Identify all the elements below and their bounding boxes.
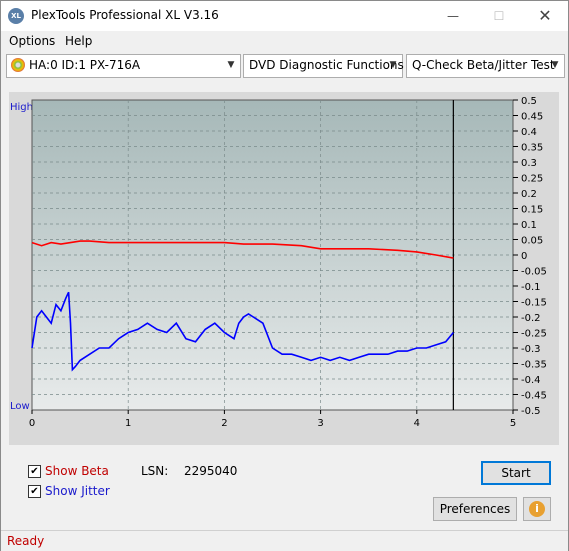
y-tick-label: -0.15 bbox=[521, 298, 547, 309]
lsn-label: LSN: bbox=[141, 464, 169, 478]
menu-help[interactable]: Help bbox=[65, 34, 92, 48]
status-bar: Ready bbox=[1, 530, 568, 551]
show-jitter-label[interactable]: Show Jitter bbox=[45, 484, 110, 498]
beta-jitter-chart: 0.5 0.45 0.4 0.35 0.3 0.25 0.2 0.15 0.1 0.05 0 -0.0… bbox=[29, 96, 547, 429]
title-bar: XL PlexTools Professional XL V3.16 — ☐ ✕ bbox=[1, 1, 568, 31]
minimize-icon[interactable]: — bbox=[430, 1, 476, 31]
toolbar: HA:0 ID:1 PX-716A ▼ DVD Diagnostic Funct… bbox=[1, 54, 568, 78]
drive-select[interactable]: HA:0 ID:1 PX-716A ▼ bbox=[6, 54, 241, 78]
show-jitter-checkbox[interactable]: ✔ bbox=[28, 485, 41, 498]
y-tick-label: 0.15 bbox=[521, 205, 543, 216]
drive-select-value: HA:0 ID:1 PX-716A bbox=[29, 58, 141, 72]
start-button[interactable]: Start bbox=[481, 461, 551, 485]
chevron-down-icon[interactable]: ▼ bbox=[387, 58, 399, 72]
x-tick-label: 4 bbox=[414, 418, 420, 429]
y-tick-label: 0.3 bbox=[521, 158, 537, 169]
window-title: PlexTools Professional XL V3.16 bbox=[31, 8, 219, 22]
x-tick-label: 1 bbox=[125, 418, 131, 429]
info-button[interactable]: i bbox=[523, 497, 551, 521]
controls-area: ✔ Show Beta ✔ Show Jitter LSN: 2295040 S… bbox=[9, 455, 559, 521]
y-tick-label: 0.2 bbox=[521, 189, 537, 200]
y-tick-label: 0.35 bbox=[521, 143, 543, 154]
disc-drive-icon bbox=[11, 58, 25, 72]
close-icon[interactable]: ✕ bbox=[522, 1, 568, 31]
app-logo-icon: XL bbox=[8, 8, 24, 24]
chart-panel: High Low 0.5 0.45 0.4 0.35 0.3 0.25 0.2 0.15 0.1… bbox=[9, 92, 559, 445]
test-select-value: Q-Check Beta/Jitter Test bbox=[412, 58, 555, 72]
y-tick-label: -0.1 bbox=[521, 282, 541, 293]
function-select[interactable]: DVD Diagnostic Functions ▼ bbox=[243, 54, 404, 78]
y-tick-label: -0.3 bbox=[521, 344, 541, 355]
y-tick-label: 0.1 bbox=[521, 220, 537, 231]
y-tick-label: -0.35 bbox=[521, 360, 547, 371]
y-tick-label: -0.2 bbox=[521, 313, 541, 324]
info-icon: i bbox=[529, 501, 545, 517]
app-window: XL PlexTools Professional XL V3.16 — ☐ ✕… bbox=[0, 0, 569, 551]
x-tick-label: 2 bbox=[221, 418, 227, 429]
menu-options[interactable]: Options bbox=[9, 34, 55, 48]
show-beta-label[interactable]: Show Beta bbox=[45, 464, 109, 478]
x-tick-label: 0 bbox=[29, 418, 35, 429]
y-tick-label: 0.5 bbox=[521, 96, 537, 107]
y-tick-label: 0.45 bbox=[521, 112, 543, 123]
y-tick-label: 0 bbox=[521, 251, 527, 262]
y-tick-label: -0.05 bbox=[521, 267, 547, 278]
y-tick-label: -0.45 bbox=[521, 391, 547, 402]
y-tick-label: 0.05 bbox=[521, 236, 543, 247]
y-tick-label: 0.4 bbox=[521, 127, 537, 138]
menu-bar: Options Help bbox=[1, 32, 568, 52]
maximize-icon[interactable]: ☐ bbox=[476, 1, 522, 31]
y-tick-label: -0.4 bbox=[521, 375, 541, 386]
status-text: Ready bbox=[7, 534, 45, 548]
y-tick-label: -0.25 bbox=[521, 329, 547, 340]
x-tick-label: 5 bbox=[510, 418, 516, 429]
chevron-down-icon[interactable]: ▼ bbox=[549, 58, 561, 72]
show-beta-checkbox[interactable]: ✔ bbox=[28, 465, 41, 478]
y-tick-label: -0.5 bbox=[521, 406, 541, 417]
test-select[interactable]: Q-Check Beta/Jitter Test ▼ bbox=[406, 54, 565, 78]
function-select-value: DVD Diagnostic Functions bbox=[249, 58, 404, 72]
chevron-down-icon[interactable]: ▼ bbox=[225, 58, 237, 72]
preferences-button[interactable]: Preferences bbox=[433, 497, 517, 521]
lsn-value: 2295040 bbox=[184, 464, 238, 478]
x-tick-label: 3 bbox=[317, 418, 323, 429]
y-tick-label: 0.25 bbox=[521, 174, 543, 185]
